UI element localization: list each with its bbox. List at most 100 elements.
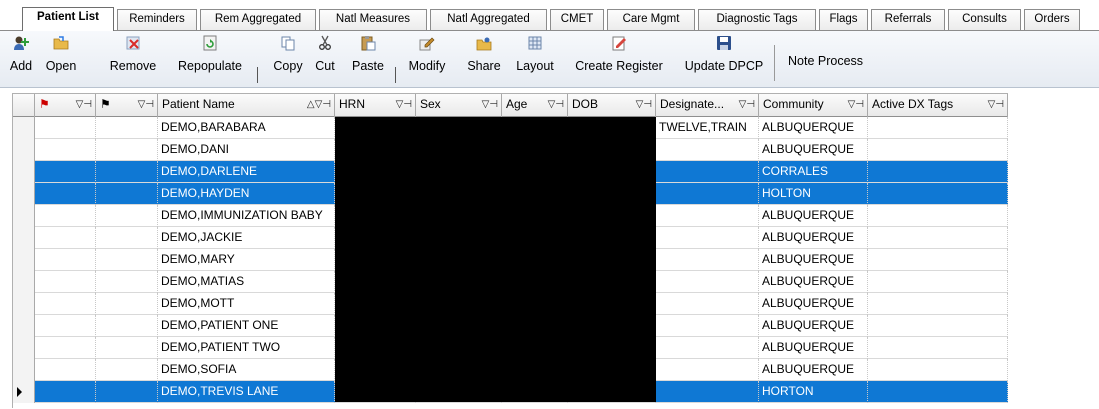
paste-button[interactable]: Paste (351, 33, 385, 85)
row-selector[interactable] (13, 359, 35, 381)
copy-icon (281, 36, 295, 51)
designated-cell (656, 161, 759, 183)
tag-cell (96, 337, 158, 359)
tab-strip: Patient List Reminders Rem Aggregated Na… (0, 0, 1099, 34)
create-register-button[interactable]: Create Register (572, 33, 666, 85)
cut-button[interactable]: Cut (313, 33, 337, 85)
row-selector[interactable] (13, 139, 35, 161)
tab-flags[interactable]: Flags (819, 9, 868, 30)
layout-label: Layout (516, 59, 554, 73)
patient-name-cell: DEMO,DANI (158, 139, 335, 161)
flag-cell (35, 271, 96, 293)
create-register-label: Create Register (575, 59, 663, 73)
tag-cell (96, 271, 158, 293)
filter-pin-icon[interactable]: ▽⊣ (482, 94, 498, 115)
community-cell: ALBUQUERQUE (759, 117, 868, 139)
active-dx-tags-cell (868, 161, 1008, 183)
update-dpcp-label: Update DPCP (684, 59, 764, 73)
modify-button[interactable]: Modify (406, 33, 448, 85)
row-selector[interactable] (13, 315, 35, 337)
tab-referrals[interactable]: Referrals (871, 9, 945, 30)
sex-header[interactable]: Sex ▽⊣ (416, 94, 502, 117)
flag-cell (35, 337, 96, 359)
row-selector[interactable] (13, 205, 35, 227)
tab-rem-aggregated[interactable]: Rem Aggregated (200, 9, 316, 30)
filter-pin-icon[interactable]: ▽⊣ (396, 94, 412, 115)
filter-pin-icon[interactable]: ▽⊣ (636, 94, 652, 115)
remove-button[interactable]: Remove (109, 33, 157, 85)
dob-header[interactable]: DOB ▽⊣ (568, 94, 656, 117)
note-process-button[interactable]: Note Process (788, 54, 863, 68)
community-cell: HOLTON (759, 183, 868, 205)
dob-header-label: DOB (572, 97, 599, 111)
patient-name-header[interactable]: Patient Name △▽⊣ (158, 94, 335, 117)
tag-cell (96, 139, 158, 161)
flag-cell (35, 183, 96, 205)
row-selector[interactable] (13, 337, 35, 359)
active-dx-tags-cell (868, 337, 1008, 359)
sex-header-label: Sex (420, 97, 441, 111)
row-selector[interactable] (13, 249, 35, 271)
row-selector[interactable] (13, 183, 35, 205)
filter-pin-icon[interactable]: ▽⊣ (848, 94, 864, 115)
community-header[interactable]: Community ▽⊣ (759, 94, 868, 117)
repopulate-button[interactable]: Repopulate (174, 33, 246, 85)
patient-name-cell: DEMO,SOFIA (158, 359, 335, 381)
active-dx-tags-cell (868, 359, 1008, 381)
remove-icon (126, 36, 140, 50)
row-selector[interactable] (13, 227, 35, 249)
patient-name-cell: DEMO,PATIENT TWO (158, 337, 335, 359)
tab-diagnostic-tags[interactable]: Diagnostic Tags (698, 9, 816, 30)
patient-name-cell: DEMO,BARABARA (158, 117, 335, 139)
community-cell: ALBUQUERQUE (759, 139, 868, 161)
filter-pin-icon[interactable]: ▽⊣ (76, 94, 92, 115)
add-button[interactable]: Add (10, 33, 32, 85)
age-header[interactable]: Age ▽⊣ (502, 94, 568, 117)
patient-name-cell: DEMO,IMMUNIZATION BABY (158, 205, 335, 227)
row-selector[interactable] (13, 293, 35, 315)
row-selector[interactable] (13, 161, 35, 183)
designated-cell: TWELVE,TRAIN (656, 117, 759, 139)
row-selector[interactable] (13, 381, 35, 403)
designated-cell (656, 227, 759, 249)
row-selector[interactable] (13, 271, 35, 293)
save-disk-icon (717, 36, 731, 50)
filter-pin-icon[interactable]: ▽⊣ (988, 94, 1004, 115)
tab-reminders[interactable]: Reminders (117, 9, 197, 30)
flag-column-header[interactable]: ⚑ ▽⊣ (35, 94, 96, 117)
row-selector[interactable] (13, 117, 35, 139)
tab-cmet[interactable]: CMET (550, 9, 604, 30)
sort-filter-pin-icon[interactable]: △▽⊣ (307, 94, 331, 115)
filter-pin-icon[interactable]: ▽⊣ (138, 94, 154, 115)
tab-care-mgmt[interactable]: Care Mgmt (607, 9, 695, 30)
toolbar: Add Open Remove Repopulate Copy Cut Past… (0, 31, 1099, 88)
patient-name-cell: DEMO,HAYDEN (158, 183, 335, 205)
share-button[interactable]: Share (467, 33, 501, 85)
age-header-label: Age (506, 97, 528, 111)
tab-consults[interactable]: Consults (948, 9, 1021, 30)
hrn-header[interactable]: HRN ▽⊣ (335, 94, 416, 117)
tag-cell (96, 359, 158, 381)
filter-pin-icon[interactable]: ▽⊣ (739, 94, 755, 115)
flag-cell (35, 117, 96, 139)
tab-natl-measures[interactable]: Natl Measures (319, 9, 427, 30)
cut-label: Cut (315, 59, 335, 73)
patient-grid: ⚑ ▽⊣ ⚑ ▽⊣ Patient Name △▽⊣ HRN ▽⊣ Sex ▽⊣ Age ▽… (12, 93, 1008, 408)
tab-patient-list[interactable]: Patient List (22, 7, 114, 31)
filter-pin-icon[interactable]: ▽⊣ (548, 94, 564, 115)
update-dpcp-button[interactable]: Update DPCP (682, 33, 766, 85)
active-dx-tags-header[interactable]: Active DX Tags ▽⊣ (868, 94, 1008, 117)
copy-button[interactable]: Copy (271, 33, 305, 85)
toolbar-separator (395, 67, 396, 83)
designated-cell (656, 205, 759, 227)
active-dx-tags-cell (868, 249, 1008, 271)
tab-orders[interactable]: Orders (1024, 9, 1080, 30)
flag-cell (35, 359, 96, 381)
community-cell: ALBUQUERQUE (759, 205, 868, 227)
tab-natl-aggregated[interactable]: Natl Aggregated (430, 9, 547, 30)
designated-header[interactable]: Designate... ▽⊣ (656, 94, 759, 117)
layout-button[interactable]: Layout (514, 33, 556, 85)
tag-column-header[interactable]: ⚑ ▽⊣ (96, 94, 158, 117)
share-icon (476, 37, 492, 51)
open-button[interactable]: Open (43, 33, 79, 85)
